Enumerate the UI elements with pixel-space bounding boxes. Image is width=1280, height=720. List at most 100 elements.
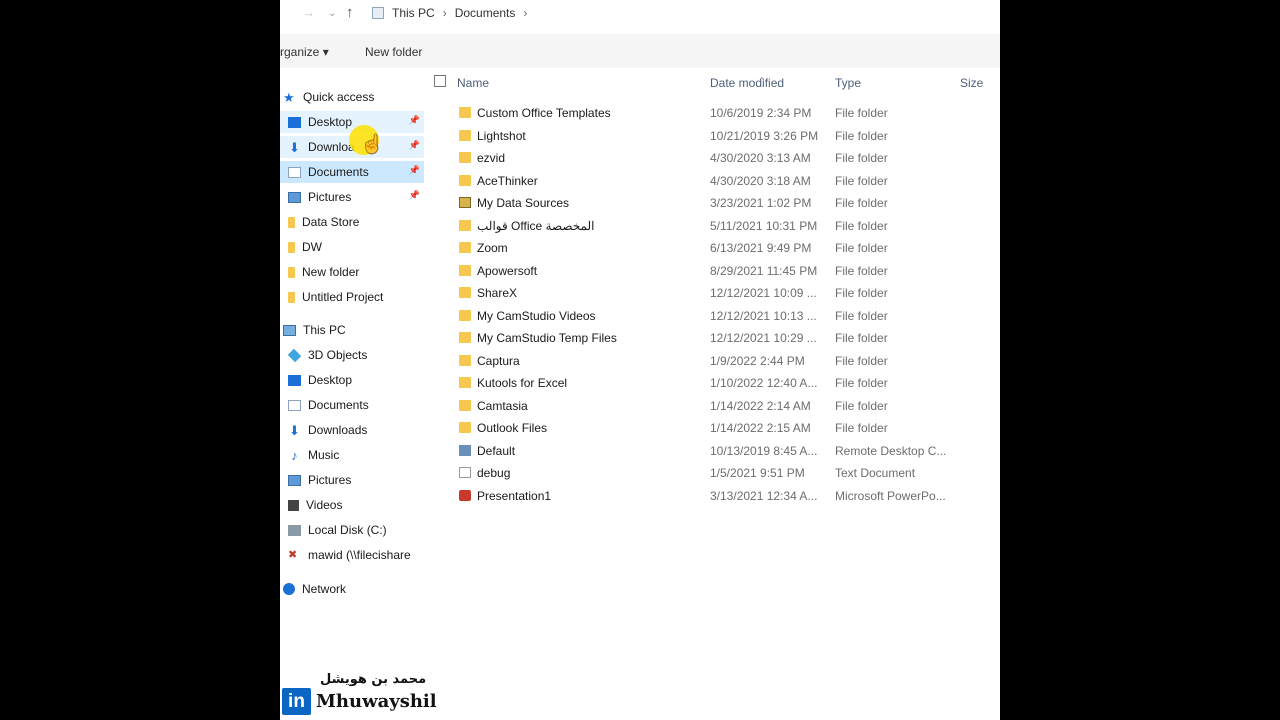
sidebar-item-label: Local Disk (C:) [308,523,387,537]
sidebar-item-music[interactable]: ♪ Music [280,444,339,466]
file-date-modified: 10/6/2019 2:34 PM [710,106,812,120]
file-date-modified: 1/14/2022 2:15 AM [710,421,811,435]
file-explorer-window: → ⌄ ↑ This PC › Documents › rganize ▾ Ne… [280,0,1000,720]
sidebar-item-3d-objects[interactable]: 3D Objects [280,344,367,366]
sidebar-item-documents-pc[interactable]: Documents [280,394,369,416]
file-row[interactable]: قوالب Office المخصصة 5/11/2021 10:31 PM Fi… [430,215,1000,237]
sidebar-item-label: mawid (\\filecishare [308,548,411,562]
column-header-name[interactable]: Name [457,76,489,90]
file-row[interactable]: debug 1/5/2021 9:51 PM Text Document [430,462,1000,484]
sidebar-item-desktop-pc[interactable]: Desktop [280,369,352,391]
watermark-name: Mhuwayshil [316,691,437,712]
folder-icon [459,332,471,343]
file-name[interactable]: Zoom [477,241,508,255]
file-name[interactable]: Custom Office Templates [477,106,611,120]
file-row[interactable]: Camtasia 1/14/2022 2:14 AM File folder [430,395,1000,417]
file-name[interactable]: Default [477,444,515,458]
file-name[interactable]: Captura [477,354,520,368]
file-row[interactable]: Zoom 6/13/2021 9:49 PM File folder [430,237,1000,259]
file-name[interactable]: My CamStudio Temp Files [477,331,617,345]
file-name[interactable]: My CamStudio Videos [477,309,596,323]
column-header-date-modified[interactable]: Date modified [710,76,784,90]
file-row[interactable]: AceThinker 4/30/2020 3:18 AM File folder [430,170,1000,192]
file-name[interactable]: قوالب Office المخصصة [477,219,594,233]
sidebar-item-videos[interactable]: Videos [280,494,342,516]
file-row[interactable]: ezvid 4/30/2020 3:13 AM File folder [430,147,1000,169]
file-name[interactable]: My Data Sources [477,196,569,210]
file-date-modified: 4/30/2020 3:13 AM [710,151,811,165]
sidebar-item-pictures-pc[interactable]: Pictures [280,469,351,491]
sidebar-item-data-store[interactable]: Data Store [280,211,359,233]
file-row[interactable]: Apowersoft 8/29/2021 11:45 PM File folder [430,260,1000,282]
file-date-modified: 12/12/2021 10:13 ... [710,308,817,323]
file-name[interactable]: Kutools for Excel [477,376,567,390]
sidebar-item-pictures[interactable]: Pictures 📌 [280,186,424,208]
pin-icon[interactable]: 📌 [409,190,420,201]
folder-icon [459,264,471,276]
file-type: File folder [835,421,888,435]
file-date-modified: 12/12/2021 10:09 ... [710,286,817,300]
sidebar-item-label: New folder [302,265,360,279]
forward-arrow-icon[interactable]: → [302,5,315,20]
breadcrumb-chevron-icon[interactable]: › [523,6,527,20]
sidebar-item-untitled-project[interactable]: Untitled Project [280,286,383,308]
sidebar-item-new-folder[interactable]: New folder [280,261,359,283]
file-name[interactable]: AceThinker [477,174,538,188]
file-name[interactable]: debug [477,466,510,480]
file-name[interactable]: Presentation1 [477,489,551,503]
column-header-size[interactable]: Size [960,76,983,90]
this-pc-icon [372,7,384,19]
new-folder-button[interactable]: New folder [365,45,422,59]
pin-icon[interactable]: 📌 [409,165,420,176]
sidebar-item-label: Videos [306,498,343,512]
breadcrumb-chevron-icon[interactable]: › [443,6,447,20]
file-row[interactable]: My CamStudio Temp Files 12/12/2021 10:29 … [430,327,1000,349]
file-name[interactable]: Outlook Files [477,421,547,435]
sidebar-item-local-disk[interactable]: Local Disk (C:) [280,519,387,541]
pin-icon[interactable]: 📌 [409,140,420,151]
breadcrumb-documents[interactable]: Documents [455,6,516,20]
file-type: File folder [835,263,888,278]
command-bar: rganize ▾ New folder [280,34,1000,68]
up-arrow-icon[interactable]: ↑ [346,4,354,21]
file-row[interactable]: My CamStudio Videos 12/12/2021 10:13 ... F… [430,305,1000,327]
sidebar-item-label: 3D Objects [308,348,368,362]
recent-locations-chevron-icon[interactable]: ⌄ [328,8,336,19]
file-name[interactable]: Camtasia [477,399,528,413]
file-name[interactable]: Apowersoft [477,264,537,278]
sidebar-item-label: DW [302,240,322,254]
file-name[interactable]: ShareX [477,286,517,300]
file-row[interactable]: Custom Office Templates 10/6/2019 2:34 PM… [430,102,1000,124]
file-row[interactable]: Outlook Files 1/14/2022 2:15 AM File folde… [430,417,1000,439]
file-date-modified: 6/13/2021 9:49 PM [710,241,812,255]
sidebar-item-this-pc[interactable]: This PC [280,319,346,341]
breadcrumb-this-pc[interactable]: This PC [392,6,435,20]
file-row[interactable]: Presentation1 3/13/2021 12:34 A... Microso… [430,485,1000,507]
file-row[interactable]: ShareX 12/12/2021 10:09 ... File folder [430,282,1000,304]
sidebar-item-documents[interactable]: Documents 📌 [280,161,424,183]
sidebar-item-dw[interactable]: DW [280,236,322,258]
document-icon [288,399,301,411]
column-header-row: ^ Name Date modified Type Size [430,70,1000,94]
sidebar-item-quick-access[interactable]: ★ Quick access [280,86,423,108]
file-row[interactable]: Captura 1/9/2022 2:44 PM File folder [430,350,1000,372]
select-all-checkbox[interactable] [434,75,446,87]
sidebar-item-network[interactable]: Network [280,578,346,600]
sidebar-item-label: Network [302,582,347,596]
file-name[interactable]: Lightshot [477,129,526,143]
file-row[interactable]: My Data Sources 3/23/2021 1:02 PM File fol… [430,192,1000,214]
file-type: File folder [835,286,888,300]
organize-button[interactable]: rganize ▾ [280,45,329,59]
file-row[interactable]: Default 10/13/2019 8:45 A... Remote Deskto… [430,440,1000,462]
address-bar: → ⌄ ↑ This PC › Documents › [280,0,1000,30]
file-type: File folder [835,218,888,233]
column-header-type[interactable]: Type [835,76,861,90]
file-row[interactable]: Kutools for Excel 1/10/2022 12:40 A... Fil… [430,372,1000,394]
sidebar-item-network-drive[interactable]: ✖ mawid (\\filecishare [280,544,411,566]
file-row[interactable]: Lightshot 10/21/2019 3:26 PM File folder [430,125,1000,147]
pin-icon[interactable]: 📌 [409,115,420,126]
breadcrumb[interactable]: This PC › Documents › [372,6,535,20]
sidebar-item-downloads-pc[interactable]: ⬇ Downloads [280,419,367,441]
disconnected-drive-icon: ✖ [288,548,298,561]
file-name[interactable]: ezvid [477,151,505,165]
